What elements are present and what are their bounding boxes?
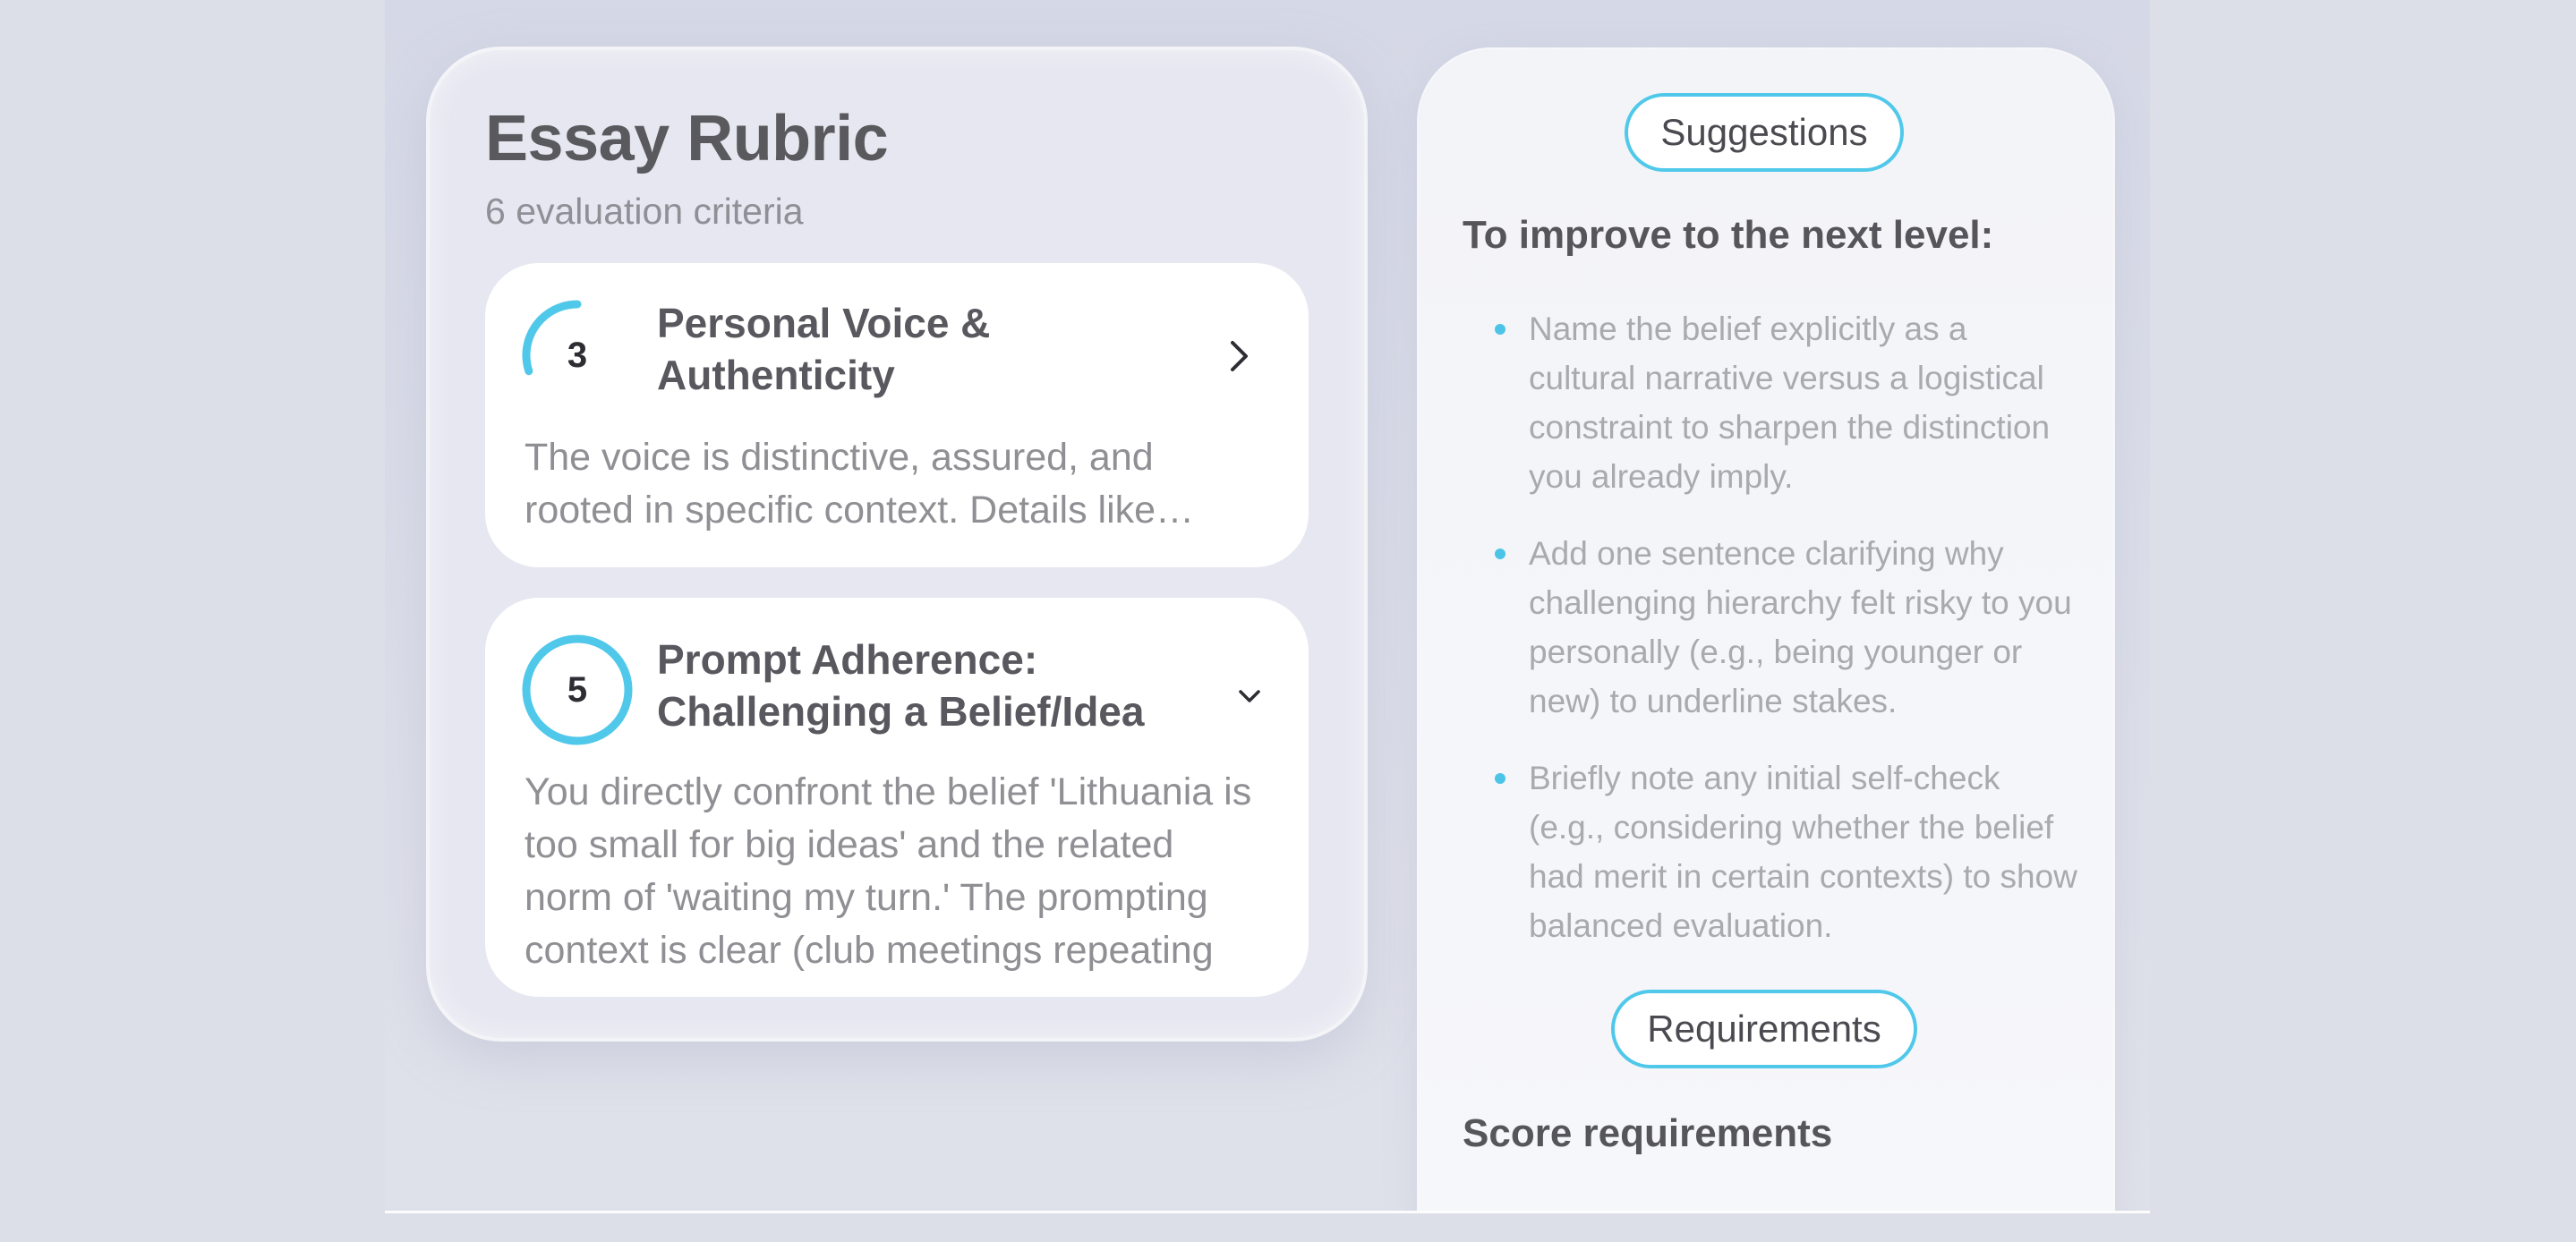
criterion-description: You directly confront the belief 'Lithua… [525,770,1252,972]
suggestions-panel: Suggestions To improve to the next level… [1420,50,2112,1212]
criterion-title: Personal Voice & Authenticity [657,300,991,398]
criterion-card-prompt-adherence[interactable]: 5 Prompt Adherence: Challenging a Belief… [485,598,1309,997]
bullet-icon [1495,324,1506,335]
score-value: 3 [567,335,588,375]
divider [385,1211,2150,1213]
criterion-title: Prompt Adherence: Challenging a Belief/I… [657,636,1145,735]
improve-heading: To improve to the next level: [1463,213,1994,257]
bullet-icon [1495,773,1506,784]
criterion-description: The voice is distinctive, assured, and r… [525,436,1195,532]
list-item: Name the belief explicitly as a cultural… [1463,304,2080,501]
score-ring: 5 [519,632,635,748]
app-frame: Essay Rubric 6 evaluation criteria 3 Per… [385,0,2150,1212]
suggestions-list: Name the belief explicitly as a cultural… [1463,304,2080,978]
chevron-down-icon[interactable] [1223,669,1276,723]
list-item: Add one sentence clarifying why challeng… [1463,529,2080,726]
score-value: 5 [567,669,588,710]
tab-suggestions[interactable]: Suggestions [1625,93,1904,172]
criterion-card-personal-voice[interactable]: 3 Personal Voice & Authenticity The voic… [485,263,1309,567]
score-ring: 3 [519,297,635,413]
rubric-subtitle: 6 evaluation criteria [485,191,804,232]
score-requirements-heading: Score requirements [1463,1111,1833,1155]
bullet-icon [1495,549,1506,559]
tab-requirements[interactable]: Requirements [1611,990,1917,1068]
rubric-panel: Essay Rubric 6 evaluation criteria 3 Per… [430,50,1364,1038]
list-item: Briefly note any initial self-check (e.g… [1463,753,2080,950]
suggestion-text: Add one sentence clarifying why challeng… [1529,535,2072,719]
suggestion-text: Briefly note any initial self-check (e.g… [1529,760,2077,944]
chevron-right-icon[interactable] [1212,329,1266,383]
rubric-title: Essay Rubric [485,103,889,174]
suggestion-text: Name the belief explicitly as a cultural… [1529,310,2051,495]
